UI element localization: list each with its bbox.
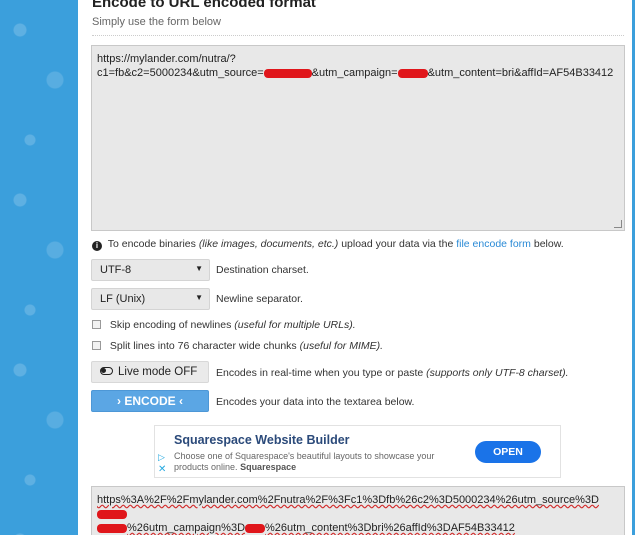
binary-info: i To encode binaries (like images, docum… [92, 238, 564, 251]
live-mode-label: Live mode OFF [118, 366, 198, 378]
redaction-mark [97, 523, 127, 533]
live-mode-button[interactable]: Live mode OFF [91, 361, 209, 383]
newline-value: LF (Unix) [100, 293, 146, 305]
info-suffix: below. [533, 238, 564, 250]
ad-title[interactable]: Squarespace Website Builder [174, 433, 350, 447]
output-line-1: https%3A%2F%2Fmylander.com%2Fnutra%2F%3F… [97, 494, 599, 506]
info-middle: upload your data via the [341, 238, 454, 250]
redaction-mark [263, 68, 312, 78]
charset-value: UTF-8 [100, 264, 132, 276]
split-lines-note: (useful for MIME). [299, 340, 384, 352]
info-paren: (like images, documents, etc.) [198, 238, 339, 250]
newline-label: Newline separator. [216, 293, 303, 305]
split-lines-label: Split lines into 76 character wide chunk… [109, 340, 297, 352]
encode-description: Encodes your data into the textarea belo… [216, 396, 415, 408]
info-icon: i [92, 241, 102, 251]
charset-label: Destination charset. [216, 264, 309, 276]
ad-desc-text: Choose one of Squarespace's beautiful la… [174, 451, 435, 472]
skip-newlines-label: Skip encoding of newlines [109, 319, 232, 331]
ad-choices-icon[interactable]: ▷ [158, 452, 165, 463]
output-line-2a: %26utm_campaign%3D [127, 522, 246, 534]
toggle-icon [100, 367, 113, 375]
skip-newlines-option[interactable]: Skip encoding of newlines (useful for mu… [92, 319, 356, 331]
input-line-2b: &utm_campaign= [311, 67, 398, 79]
resize-handle-icon[interactable] [614, 220, 622, 228]
output-textarea[interactable]: https%3A%2F%2Fmylander.com%2Fnutra%2F%3F… [91, 486, 625, 535]
live-mode-description: Encodes in real-time when you type or pa… [216, 367, 569, 379]
redaction-mark [245, 523, 266, 533]
dropdown-arrow-icon: ▼ [195, 293, 203, 302]
main-content: Encode to URL encoded format Simply use … [78, 0, 632, 535]
input-textarea[interactable]: https://mylander.com/nutra/? c1=fb&c2=50… [91, 45, 625, 231]
ad-brand: Squarespace [240, 462, 297, 472]
ad-close-icon[interactable]: ✕ [158, 464, 166, 475]
skip-newlines-checkbox[interactable] [92, 320, 101, 329]
input-line-2c: &utm_content=bri&affId=AF54B33412 [427, 67, 614, 79]
live-mode-note: (supports only UTF-8 charset). [426, 367, 569, 379]
ad-description: Choose one of Squarespace's beautiful la… [174, 451, 454, 473]
encode-button[interactable]: › ENCODE ‹ [91, 390, 209, 412]
dropdown-arrow-icon: ▼ [195, 264, 203, 273]
redaction-mark [397, 68, 428, 78]
input-line-1: https://mylander.com/nutra/? [97, 53, 236, 65]
charset-select[interactable]: UTF-8 ▼ [91, 259, 210, 281]
info-prefix: To encode binaries [107, 238, 196, 250]
newline-select[interactable]: LF (Unix) ▼ [91, 288, 210, 310]
split-lines-option[interactable]: Split lines into 76 character wide chunk… [92, 340, 383, 352]
output-line-2b: %26utm_content%3Dbri%26affId%3DAF54B3341… [265, 522, 515, 534]
redaction-mark [97, 509, 127, 519]
split-lines-checkbox[interactable] [92, 341, 101, 350]
ad-open-button[interactable]: OPEN [475, 441, 541, 463]
live-mode-desc-text: Encodes in real-time when you type or pa… [216, 367, 424, 379]
input-line-2a: c1=fb&c2=5000234&utm_source= [97, 67, 264, 79]
divider [92, 35, 624, 36]
background-pattern-left [0, 0, 78, 535]
skip-newlines-note: (useful for multiple URLs). [234, 319, 356, 331]
page-subtitle: Simply use the form below [92, 16, 221, 28]
file-encode-link[interactable]: file encode form [456, 238, 531, 250]
advertisement[interactable]: ▷ ✕ Squarespace Website Builder Choose o… [154, 425, 561, 478]
page-title: Encode to URL encoded format [92, 0, 316, 11]
